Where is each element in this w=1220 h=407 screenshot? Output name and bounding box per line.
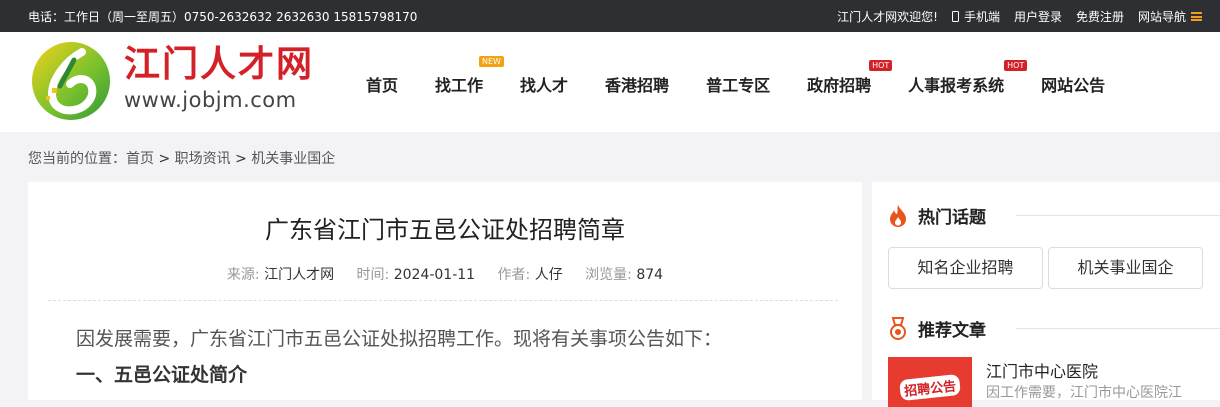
recommended-title: 推荐文章 bbox=[888, 316, 986, 341]
logo-icon[interactable] bbox=[30, 40, 112, 122]
site-nav-label: 网站导航 bbox=[1137, 10, 1186, 24]
login-link[interactable]: 用户登录 bbox=[1014, 8, 1062, 25]
site-header: 江门人才网 www.jobjm.com 首页 找工作 NEW 找人才 香港招聘 … bbox=[0, 32, 1220, 132]
nav-item-exam-system-label: 人事报考系统 bbox=[908, 76, 1005, 95]
contact-info: 电话：工作日（周一至周五）0750-2632632 2632630 158157… bbox=[28, 10, 418, 24]
breadcrumb-separator: > bbox=[230, 151, 252, 167]
hot-topics-title: 热门话题 bbox=[888, 203, 986, 228]
medal-icon bbox=[890, 316, 906, 340]
menu-icon bbox=[1191, 12, 1202, 21]
tag-government-jobs[interactable]: 机关事业国企 bbox=[1048, 247, 1203, 289]
nav-item-find-job-label: 找工作 bbox=[435, 76, 484, 95]
breadcrumb-separator: > bbox=[154, 151, 175, 167]
views-label: 浏览量: bbox=[585, 267, 632, 283]
breadcrumb-prefix: 您当前的位置： bbox=[28, 151, 126, 167]
breadcrumb: 您当前的位置：首页 > 职场资讯 > 机关事业国企 bbox=[28, 148, 335, 168]
main-nav: 首页 找工作 NEW 找人才 香港招聘 普工专区 政府招聘 HOT 人事报考系统… bbox=[366, 56, 1142, 96]
top-bar: 电话：工作日（周一至周五）0750-2632632 2632630 158157… bbox=[0, 0, 1220, 32]
breadcrumb-news[interactable]: 职场资讯 bbox=[175, 151, 231, 167]
nav-item-gov-jobs[interactable]: 政府招聘 HOT bbox=[807, 60, 893, 96]
breadcrumb-category[interactable]: 机关事业国企 bbox=[251, 151, 335, 167]
mobile-link[interactable]: 手机端 bbox=[951, 8, 1000, 25]
breadcrumb-home[interactable]: 首页 bbox=[126, 151, 154, 167]
article-card: 广东省江门市五邑公证处招聘简章 来源: 江门人才网 时间: 2024-01-11… bbox=[28, 182, 862, 400]
register-link[interactable]: 免费注册 bbox=[1076, 8, 1124, 25]
nav-item-hk-jobs[interactable]: 香港招聘 bbox=[605, 72, 669, 96]
mobile-phone-icon bbox=[951, 11, 959, 22]
source-label: 来源: bbox=[226, 267, 260, 283]
meta-divider bbox=[48, 300, 838, 301]
hot-badge: HOT bbox=[869, 60, 893, 71]
nav-item-exam-system[interactable]: 人事报考系统 HOT bbox=[908, 60, 1028, 96]
nav-item-general-workers[interactable]: 普工专区 bbox=[706, 72, 770, 96]
hot-topics-label: 热门话题 bbox=[918, 208, 986, 228]
article-meta: 来源: 江门人才网 时间: 2024-01-11 作者: 人仔 浏览量: 874 bbox=[28, 264, 862, 284]
logo-text[interactable]: 江门人才网 www.jobjm.com bbox=[124, 44, 314, 112]
new-badge: NEW bbox=[479, 56, 504, 67]
section-divider bbox=[1016, 328, 1220, 329]
author-value: 人仔 bbox=[534, 267, 563, 283]
welcome-text: 江门人才网欢迎您! bbox=[837, 10, 938, 24]
recommended-article-title[interactable]: 江门市中心医院 bbox=[986, 358, 1098, 382]
time-label: 时间: bbox=[356, 267, 390, 283]
author-label: 作者: bbox=[497, 267, 531, 283]
logo-url: www.jobjm.com bbox=[124, 88, 297, 112]
views-value: 874 bbox=[636, 267, 664, 283]
nav-item-find-talent[interactable]: 找人才 bbox=[520, 72, 568, 96]
recommended-label: 推荐文章 bbox=[918, 321, 986, 341]
time-value: 2024-01-11 bbox=[393, 267, 476, 283]
recommended-article-desc: 因工作需要，江门市中心医院江 bbox=[986, 385, 1182, 401]
article-section-heading: 一、五邑公证处简介 bbox=[76, 364, 248, 386]
nav-item-home[interactable]: 首页 bbox=[366, 72, 398, 96]
nav-item-find-job[interactable]: 找工作 NEW bbox=[435, 56, 504, 96]
hot-badge: HOT bbox=[1004, 60, 1028, 71]
section-divider bbox=[1016, 215, 1220, 216]
thumbnail-label: 招聘公告 bbox=[899, 373, 961, 402]
tag-famous-companies[interactable]: 知名企业招聘 bbox=[888, 247, 1043, 289]
source-value: 江门人才网 bbox=[264, 267, 335, 283]
article-title: 广东省江门市五邑公证处招聘简章 bbox=[265, 216, 625, 244]
logo-name: 江门人才网 bbox=[124, 44, 315, 85]
nav-item-gov-jobs-label: 政府招聘 bbox=[807, 76, 872, 95]
article-paragraph: 因发展需要，广东省江门市五邑公证处拟招聘工作。现将有关事项公告如下： bbox=[76, 328, 723, 350]
site-nav-link[interactable]: 网站导航 bbox=[1138, 8, 1206, 25]
flame-icon bbox=[890, 204, 906, 227]
sidebar: 热门话题 知名企业招聘 机关事业国企 推荐文章 招聘公告 江门市中心医院 因工作… bbox=[872, 182, 1220, 407]
mobile-link-label: 手机端 bbox=[963, 10, 1000, 24]
top-bar-links: 江门人才网欢迎您! 手机端 用户登录 免费注册 网站导航 bbox=[837, 8, 1220, 25]
nav-item-announcements[interactable]: 网站公告 bbox=[1041, 72, 1105, 96]
